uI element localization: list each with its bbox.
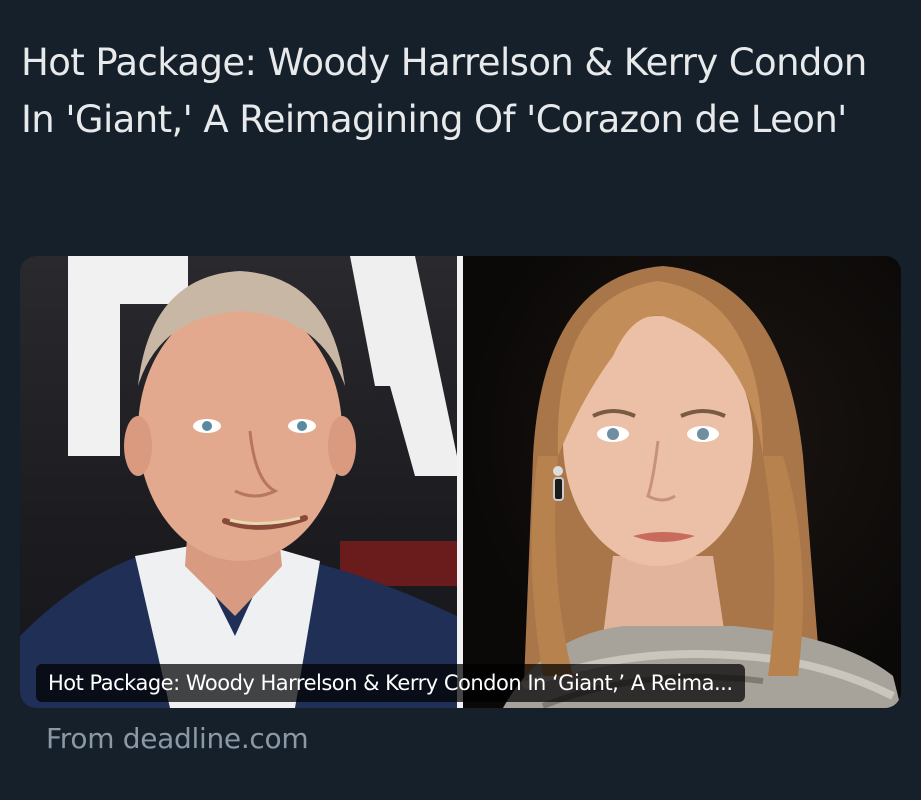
- card-caption: Hot Package: Woody Harrelson & Kerry Con…: [36, 664, 745, 702]
- portrait-illustration: [503, 266, 901, 708]
- source-link[interactable]: From deadline.com: [46, 722, 309, 755]
- portrait-illustration: [20, 256, 457, 708]
- kerry-condon-photo: [463, 256, 901, 708]
- link-preview-card[interactable]: Hot Package: Woody Harrelson & Kerry Con…: [20, 256, 901, 708]
- woody-harrelson-photo: [20, 256, 457, 708]
- post-text: Hot Package: Woody Harrelson & Kerry Con…: [21, 41, 867, 141]
